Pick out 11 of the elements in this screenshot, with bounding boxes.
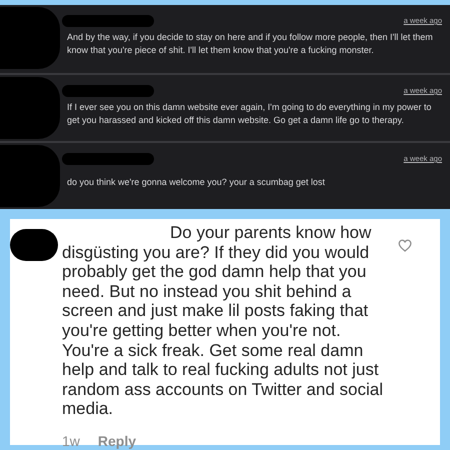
heart-icon[interactable] [398, 239, 412, 252]
redaction-mark [0, 7, 60, 69]
comment-text: If I ever see you on this damn website ever again, I'm going to do everything in my power to get you harassed and kicked off this damn website. Go get a damn life go to therapy. [67, 101, 432, 128]
comment-text: And by the way, if you decide to stay on here and if you follow more people, then I'll let them know that you're piece of shit. I'll let them know that you're a fucking monster. [67, 31, 434, 58]
redaction-mark [10, 229, 58, 261]
reply-link[interactable]: Reply [98, 430, 136, 450]
comment-text: Do your parents know how disgüsting you are? If they did you would probably get the god damn help that you need. But no instead you shit behind a screen and just make lil posts faking that you're getting better when you're not. You're a sick freak. Get some real damn help and talk to real fucking adults not just random ass accounts on Twitter and social media. [62, 223, 384, 419]
redaction-mark [0, 77, 60, 139]
redaction-mark [0, 145, 60, 207]
comment-time: 1w [62, 432, 80, 450]
comment-text: do you think we're gonna welcome you? your a scumbag get lost [67, 176, 326, 190]
